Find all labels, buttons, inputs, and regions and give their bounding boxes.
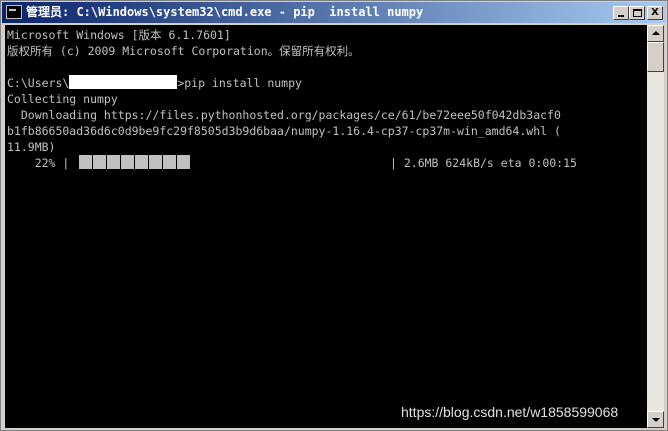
console-line: Downloading https://files.pythonhosted.o… bbox=[7, 108, 561, 122]
cmd-window: 管理员: C:\Windows\system32\cmd.exe - pip i… bbox=[0, 0, 668, 431]
title-bar[interactable]: 管理员: C:\Windows\system32\cmd.exe - pip i… bbox=[2, 2, 666, 23]
scroll-thumb[interactable] bbox=[647, 42, 664, 72]
watermark: https://blog.csdn.net/w1858599068 bbox=[401, 404, 619, 420]
console-line: 版权所有 (c) 2009 Microsoft Corporation。保留所有… bbox=[7, 44, 360, 58]
console-line: b1fb86650ad36d6c0d9be9fc29f8505d3b9d6baa… bbox=[7, 124, 561, 138]
close-icon: X bbox=[651, 7, 659, 18]
console-line: Collecting numpy bbox=[7, 92, 118, 106]
console-line: 11.9MB) bbox=[7, 140, 56, 154]
scroll-up-button[interactable] bbox=[647, 25, 664, 42]
progress-segment bbox=[79, 155, 92, 169]
scroll-down-button[interactable] bbox=[647, 411, 664, 428]
redacted-username bbox=[69, 75, 178, 89]
progress-segment bbox=[149, 155, 162, 169]
close-button[interactable]: X bbox=[647, 6, 663, 20]
download-progress-bar bbox=[79, 155, 191, 169]
progress-segment bbox=[163, 155, 176, 169]
progress-stats: | 2.6MB 624kB/s eta 0:00:15 bbox=[390, 156, 577, 170]
progress-segment bbox=[93, 155, 106, 169]
window-title: 管理员: C:\Windows\system32\cmd.exe - pip i… bbox=[26, 5, 424, 19]
console-output[interactable]: Microsoft Windows [版本 6.1.7601] 版权所有 (c)… bbox=[5, 25, 647, 428]
console-icon[interactable] bbox=[6, 5, 22, 19]
minimize-button[interactable] bbox=[613, 6, 629, 20]
maximize-button[interactable] bbox=[629, 6, 645, 20]
arrow-up-icon bbox=[652, 31, 660, 35]
vertical-scrollbar[interactable] bbox=[647, 25, 664, 428]
prompt-line: C:\Users\ >pip install numpy bbox=[7, 75, 302, 91]
progress-segment bbox=[107, 155, 120, 169]
progress-segment bbox=[121, 155, 134, 169]
progress-percent: 22% | bbox=[7, 156, 70, 170]
maximize-icon bbox=[633, 9, 642, 17]
prompt-prefix: C:\Users\ bbox=[7, 76, 70, 90]
progress-segment bbox=[135, 155, 148, 169]
console-line: Microsoft Windows [版本 6.1.7601] bbox=[7, 28, 231, 42]
progress-segment bbox=[177, 155, 190, 169]
minimize-icon bbox=[618, 15, 624, 17]
prompt-command: >pip install numpy bbox=[177, 76, 302, 90]
arrow-down-icon bbox=[652, 418, 660, 422]
